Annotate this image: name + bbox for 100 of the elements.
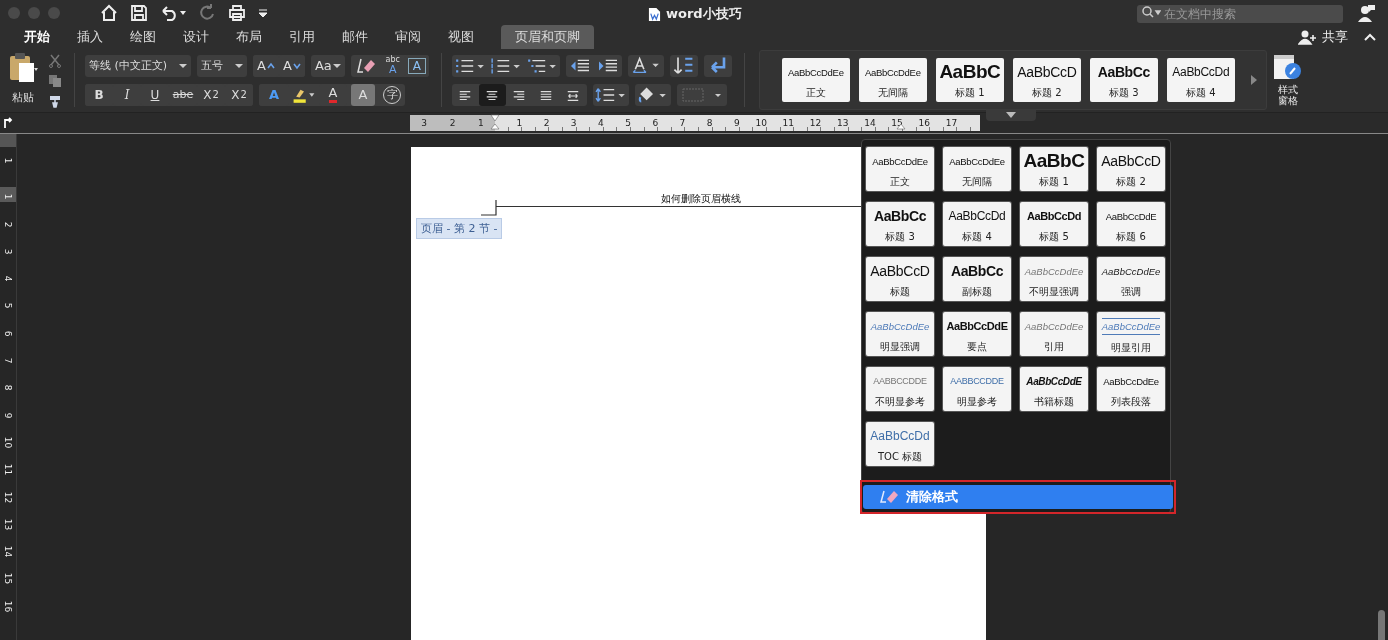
style-tile[interactable]: AaBbCcD 标题 2 bbox=[1097, 147, 1165, 191]
style-tile[interactable]: AaBbCcDdEe 明显强调 bbox=[866, 312, 934, 356]
style-tile[interactable]: AaBbC 标题 1 bbox=[935, 58, 1004, 102]
window-title: word小技巧 bbox=[666, 5, 742, 23]
header-section-label: 页眉 - 第 2 节 - bbox=[416, 218, 503, 239]
ribbon-tab[interactable]: 邮件 bbox=[330, 26, 380, 48]
font-name-dropdown[interactable]: 等线 (中文正文) bbox=[85, 54, 191, 77]
ruler-number: 5 bbox=[625, 118, 631, 128]
ribbon-tab[interactable]: 页眉和页脚 bbox=[501, 25, 594, 49]
ruler-number: 9 bbox=[733, 118, 740, 128]
search-field[interactable]: 在文档中搜索 bbox=[1137, 5, 1343, 23]
style-tile[interactable]: AaBbCc 标题 3 bbox=[866, 202, 934, 246]
eraser-icon bbox=[879, 488, 901, 506]
ruler-number: 7 bbox=[679, 118, 686, 128]
style-tile[interactable]: AaBbCcD 标题 2 bbox=[1012, 58, 1081, 102]
ruler-number: 12 bbox=[809, 118, 822, 128]
customize-toolbar-icon[interactable] bbox=[258, 8, 268, 18]
style-tile[interactable]: AaBbCcDdEe 正文 bbox=[866, 147, 934, 191]
account-icon[interactable] bbox=[1356, 3, 1376, 23]
style-tile[interactable]: AaBbCcDd 标题 4 bbox=[1166, 58, 1235, 102]
change-case-button[interactable]: Aa bbox=[310, 54, 345, 77]
collapse-ribbon-icon[interactable] bbox=[1364, 33, 1376, 41]
home-icon[interactable] bbox=[100, 4, 118, 22]
header-text: 如何删除页眉横线 bbox=[661, 193, 741, 204]
ruler-number: 6 bbox=[652, 118, 659, 128]
share-button[interactable]: 共享 bbox=[1298, 28, 1348, 46]
style-tile[interactable]: AaBbCc 标题 3 bbox=[1089, 58, 1158, 102]
style-tile[interactable]: AaBbCc 副标题 bbox=[943, 257, 1011, 301]
style-tile[interactable]: AaBbCcDdEe 明显引用 bbox=[1097, 312, 1165, 356]
text-direction-icon[interactable] bbox=[627, 54, 664, 77]
ribbon-tab[interactable]: 视图 bbox=[436, 26, 486, 48]
ruler-number: 8 bbox=[706, 118, 713, 128]
ruler-number: 4 bbox=[3, 275, 13, 282]
search-icon[interactable] bbox=[1141, 5, 1161, 19]
styles-pane-icon bbox=[1272, 54, 1303, 82]
print-icon[interactable] bbox=[228, 4, 246, 22]
indent-marker-icon[interactable] bbox=[490, 114, 500, 132]
ribbon-tab[interactable]: 插入 bbox=[65, 26, 115, 48]
style-tile[interactable]: AaBbCcDdEe 正文 bbox=[781, 58, 850, 102]
font-size-dropdown[interactable]: 五号 bbox=[197, 54, 247, 77]
ruler-number: 13 bbox=[837, 118, 849, 128]
styles-pane-button[interactable]: 样式窗格 bbox=[1272, 54, 1303, 106]
style-tile[interactable]: AABBCCDDE 不明显参考 bbox=[866, 367, 934, 411]
ruler-number: 15 bbox=[891, 118, 903, 128]
paint-bucket-icon[interactable] bbox=[634, 83, 671, 106]
ruler-number: 9 bbox=[3, 412, 13, 419]
ruler-number: 12 bbox=[3, 491, 13, 503]
style-tile[interactable]: AaBbCcDdE 标题 6 bbox=[1097, 202, 1165, 246]
enclose-characters-button[interactable]: 字 bbox=[383, 85, 401, 104]
ruler-number: 13 bbox=[3, 518, 13, 531]
style-tile[interactable]: AaBbCcDdE 书籍标题 bbox=[1020, 367, 1088, 411]
scrollbar[interactable] bbox=[1378, 610, 1385, 640]
ribbon-tab[interactable]: 开始 bbox=[12, 26, 62, 48]
ruler-number: 3 bbox=[421, 118, 428, 128]
ribbon-tab[interactable]: 审阅 bbox=[383, 26, 433, 48]
copy-icon[interactable] bbox=[48, 74, 62, 88]
tab-stop-icon[interactable] bbox=[2, 117, 14, 129]
style-tile[interactable]: AaBbCcDdEe 无间隔 bbox=[858, 58, 927, 102]
clipboard-icon bbox=[8, 52, 38, 84]
style-tile[interactable]: AABBCCDDE 明显参考 bbox=[943, 367, 1011, 411]
ruler-number: 17 bbox=[945, 118, 958, 128]
ruler-number: 14 bbox=[3, 545, 13, 558]
undo-icon[interactable] bbox=[160, 4, 186, 22]
ruler-number: 8 bbox=[3, 385, 13, 391]
ruler-margin bbox=[0, 134, 16, 147]
style-tile[interactable]: AaBbCcD 标题 bbox=[866, 257, 934, 301]
ruler-number: 11 bbox=[782, 118, 795, 128]
add-person-icon bbox=[1298, 29, 1318, 45]
style-tile[interactable]: AaBbCcDdE 要点 bbox=[943, 312, 1011, 356]
caret-icon bbox=[292, 61, 301, 70]
style-tile[interactable]: AaBbCcDdEe 不明显强调 bbox=[1020, 257, 1088, 301]
style-tile[interactable]: AaBbCcDdEe 强调 bbox=[1097, 257, 1165, 301]
style-tile[interactable]: AaBbCcDd TOC 标题 bbox=[866, 422, 934, 466]
document-icon bbox=[648, 6, 661, 22]
ribbon-tab[interactable]: 绘图 bbox=[118, 26, 168, 48]
ruler-number: 3 bbox=[3, 248, 13, 255]
alignment-button[interactable] bbox=[478, 83, 506, 106]
ruler-number: 2 bbox=[3, 221, 13, 227]
style-tile[interactable]: AaBbCcDdEe 列表段落 bbox=[1097, 367, 1165, 411]
format-painter-icon[interactable] bbox=[48, 94, 62, 108]
ribbon-tab[interactable]: 引用 bbox=[277, 26, 327, 48]
sort-icon[interactable] bbox=[669, 54, 698, 77]
ruler-number: 3 bbox=[570, 118, 577, 128]
ribbon-tab[interactable]: 设计 bbox=[171, 26, 221, 48]
scissors-icon[interactable] bbox=[48, 54, 62, 68]
style-tile[interactable]: AaBbC 标题 1 bbox=[1020, 147, 1088, 191]
line-spacing-icon[interactable] bbox=[592, 83, 629, 106]
save-icon[interactable] bbox=[130, 4, 148, 22]
style-tile[interactable]: AaBbCcDdEe 无间隔 bbox=[943, 147, 1011, 191]
style-tile[interactable]: AaBbCcDd 标题 4 bbox=[943, 202, 1011, 246]
redo-icon[interactable] bbox=[198, 4, 216, 22]
clear-formatting-item[interactable]: 清除格式 bbox=[863, 485, 1173, 509]
ribbon-tab[interactable]: 布局 bbox=[224, 26, 274, 48]
style-tile[interactable]: AaBbCcDd 标题 5 bbox=[1020, 202, 1088, 246]
gallery-expand-button[interactable] bbox=[985, 109, 1036, 121]
ruler-number: 15 bbox=[3, 573, 13, 585]
ruler-number: 5 bbox=[3, 303, 13, 309]
style-tile[interactable]: AaBbCcDdEe 引用 bbox=[1020, 312, 1088, 356]
next-arrow-icon[interactable] bbox=[1249, 74, 1258, 86]
paste-button[interactable]: 粘贴 bbox=[8, 52, 38, 105]
